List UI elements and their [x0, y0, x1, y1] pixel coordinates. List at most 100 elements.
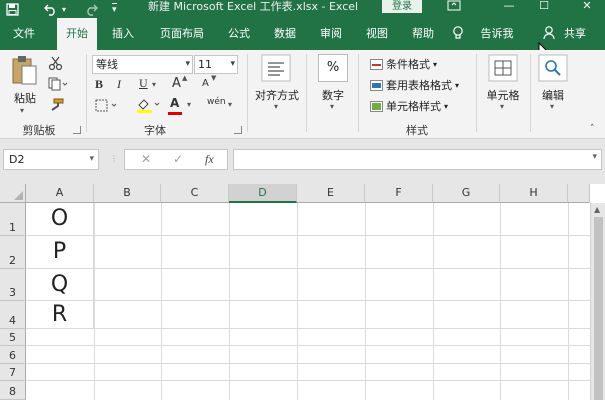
chevron-down-icon: ▾: [455, 80, 460, 90]
number-label[interactable]: 数字: [313, 87, 353, 103]
scroll-up-icon[interactable]: ▲: [594, 205, 600, 214]
cut-icon[interactable]: [48, 56, 64, 70]
font-color-button[interactable]: A: [170, 96, 179, 110]
formula-input[interactable]: ▾: [233, 149, 602, 170]
editing-icon[interactable]: [538, 54, 568, 82]
tab-home[interactable]: 开始: [57, 18, 97, 50]
styles-group-label: 样式: [406, 124, 428, 137]
format-painter-icon[interactable]: [48, 98, 64, 112]
editing-label[interactable]: 编辑: [534, 87, 572, 103]
vertical-scrollbar[interactable]: ▲: [590, 203, 605, 400]
paste-dropdown-icon[interactable]: ▾: [20, 106, 24, 115]
expand-formula-icon[interactable]: ▾: [592, 152, 597, 162]
alignment-dropdown-icon[interactable]: ▾: [274, 102, 278, 111]
grow-font-button[interactable]: A: [172, 76, 181, 91]
close-button[interactable]: ✕: [574, 0, 600, 14]
scrollbar-thumb[interactable]: [594, 217, 603, 400]
font-color-dropdown-icon[interactable]: ▾: [187, 100, 191, 109]
paste-icon[interactable]: [10, 54, 40, 88]
conditional-format-button[interactable]: 条件格式 ▾: [370, 56, 437, 72]
tab-data[interactable]: 数据: [266, 18, 304, 50]
cancel-button[interactable]: ✕: [141, 152, 151, 166]
shrink-font-button[interactable]: A: [202, 78, 209, 89]
group-separator: [358, 54, 359, 132]
maximize-button[interactable]: ☐: [531, 0, 557, 14]
group-separator: [476, 54, 477, 132]
format-as-table-button[interactable]: 套用表格格式 ▾: [370, 77, 459, 93]
cell-styles-label: 单元格样式: [386, 100, 441, 113]
italic-button[interactable]: I: [117, 77, 121, 92]
title-bar: ▾ ▾ 新建 Microsoft Excel 工作表.xlsx - Excel …: [0, 0, 605, 18]
lightbulb-icon[interactable]: [452, 18, 466, 50]
worksheet-grid: A B C D E F G H 1 2 3 4 5 6 7 8 O P Q R: [0, 184, 605, 400]
phonetic-button[interactable]: wén: [207, 97, 226, 107]
ribbon-home: 粘贴 ▾ 剪贴板 等线 ▾ 11 ▾ B I U ▾ A ▲ A ▼ A ▾ w…: [0, 50, 605, 139]
login-button[interactable]: 登录: [382, 0, 422, 13]
chevron-down-icon: ▾: [230, 59, 235, 69]
tell-me-search[interactable]: 告诉我: [474, 18, 520, 50]
cells-dropdown-icon[interactable]: ▾: [500, 102, 504, 111]
enter-button[interactable]: ✓: [173, 152, 183, 166]
share-button[interactable]: 共享: [558, 18, 592, 50]
window-title: 新建 Microsoft Excel 工作表.xlsx - Excel: [148, 0, 359, 13]
undo-dropdown-icon[interactable]: ▾: [62, 0, 66, 18]
alignment-label[interactable]: 对齐方式: [250, 87, 304, 103]
minimize-button[interactable]: —: [496, 0, 522, 14]
save-icon[interactable]: [6, 0, 19, 18]
editing-dropdown-icon[interactable]: ▾: [550, 102, 554, 111]
group-separator: [530, 54, 531, 132]
clipboard-launcher-icon[interactable]: [73, 126, 81, 134]
format-as-table-icon: [370, 79, 383, 91]
tab-view[interactable]: 视图: [358, 18, 396, 50]
font-size-value: 11: [198, 58, 212, 71]
shrink-arrow-icon: ▼: [211, 74, 217, 82]
formula-bar: D2 ▾ ⋮ ✕ ✓ fx ▾: [0, 139, 605, 184]
font-color-swatch: [168, 112, 182, 115]
group-separator: [247, 54, 248, 132]
border-icon[interactable]: [95, 99, 119, 112]
tab-help[interactable]: 帮助: [404, 18, 442, 50]
font-name-value: 等线: [96, 58, 118, 71]
chevron-down-icon: ▾: [89, 154, 94, 164]
cells-label[interactable]: 单元格: [480, 87, 526, 103]
phonetic-dropdown-icon[interactable]: ▾: [228, 100, 232, 109]
font-size-combo[interactable]: 11 ▾: [194, 55, 238, 74]
chevron-down-icon: ▾: [433, 59, 438, 69]
bold-button[interactable]: B: [95, 77, 103, 92]
collapse-ribbon-icon[interactable]: ˄: [590, 124, 595, 134]
ribbon-display-icon[interactable]: [447, 0, 473, 14]
cell-styles-button[interactable]: 单元格样式 ▾: [370, 98, 448, 114]
insert-function-button[interactable]: fx: [205, 152, 214, 167]
customize-icon[interactable]: ▾: [112, 0, 117, 18]
tab-formulas[interactable]: 公式: [220, 18, 258, 50]
undo-icon[interactable]: [44, 0, 58, 18]
name-box-value: D2: [9, 153, 25, 166]
underline-button[interactable]: U: [139, 76, 148, 91]
conditional-format-icon: [370, 58, 383, 70]
copy-icon[interactable]: [48, 77, 68, 91]
format-as-table-label: 套用表格格式: [386, 79, 452, 92]
chevron-down-icon: ▾: [444, 101, 449, 111]
grid-lines: [26, 203, 590, 400]
ribbon-tabs: 文件 开始 插入 页面布局 公式 数据 审阅 视图 帮助 告诉我 共享: [0, 18, 605, 60]
tab-insert[interactable]: 插入: [104, 18, 142, 50]
tab-review[interactable]: 审阅: [312, 18, 350, 50]
paste-label[interactable]: 粘贴: [8, 90, 42, 106]
font-name-combo[interactable]: 等线 ▾: [92, 55, 193, 74]
number-dropdown-icon[interactable]: ▾: [330, 102, 334, 111]
redo-icon[interactable]: [84, 0, 98, 18]
conditional-format-label: 条件格式: [386, 58, 430, 71]
alignment-icon[interactable]: [261, 54, 291, 82]
chevron-down-icon: ▾: [185, 59, 190, 69]
number-format-icon[interactable]: %: [318, 54, 348, 82]
font-launcher-icon[interactable]: [234, 126, 242, 134]
cells-icon[interactable]: [488, 54, 518, 82]
splitter-icon[interactable]: ⋮: [110, 154, 118, 163]
underline-dropdown-icon[interactable]: ▾: [152, 80, 156, 89]
font-group-label: 字体: [144, 124, 166, 137]
group-separator: [86, 54, 87, 132]
tab-page-layout[interactable]: 页面布局: [151, 18, 213, 50]
name-box[interactable]: D2 ▾: [3, 149, 99, 170]
fill-color-icon[interactable]: [136, 97, 162, 113]
tab-file[interactable]: 文件: [4, 18, 44, 50]
